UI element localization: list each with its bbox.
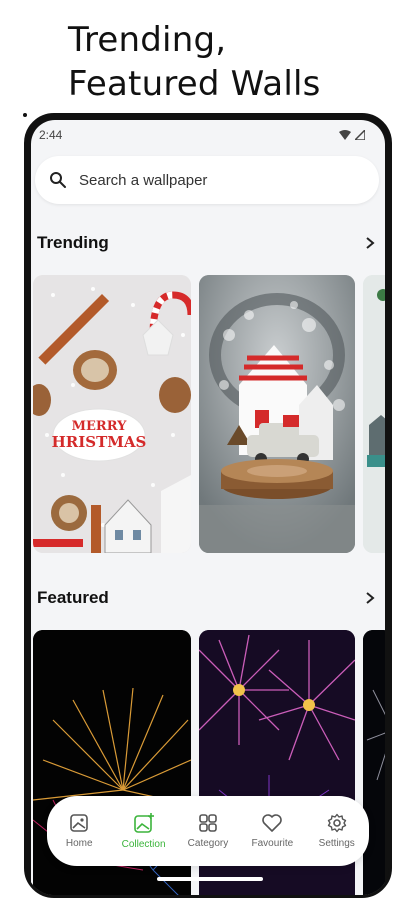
promo-line-1: Trending, <box>68 20 227 60</box>
search-icon <box>50 172 66 188</box>
trending-wallpaper-card[interactable]: MERRY HRISTMAS <box>33 275 191 553</box>
image-icon <box>70 814 88 832</box>
nav-item-settings[interactable]: Settings <box>307 813 367 849</box>
search-bar[interactable]: Search a wallpaper <box>35 156 379 204</box>
home-indicator <box>157 877 263 881</box>
nav-item-collection[interactable]: Collection <box>114 812 174 850</box>
add-image-icon <box>133 813 154 833</box>
promo-line-2: Featured Walls <box>68 64 321 104</box>
nav-label-collection: Collection <box>121 839 166 850</box>
svg-text:MERRY: MERRY <box>72 419 128 434</box>
nav-label-settings: Settings <box>318 838 355 849</box>
svg-text:HRISTMAS: HRISTMAS <box>52 433 147 451</box>
trending-wallpaper-card[interactable] <box>199 275 355 553</box>
gear-icon <box>327 813 346 833</box>
status-time: 2:44 <box>39 128 63 142</box>
nav-label-category: Category <box>187 838 229 849</box>
signal-icon <box>355 130 365 140</box>
trending-row: MERRY HRISTMAS <box>31 275 385 553</box>
decorative-dot <box>23 113 27 117</box>
section-title-trending: Trending <box>37 233 109 252</box>
trending-wallpaper-card-partial[interactable] <box>363 275 385 553</box>
app-screen: 2:44 Search a wallpaper Trending MERRY H… <box>31 120 385 895</box>
grid-icon <box>199 814 217 832</box>
christmas-flatlay-image: MERRY HRISTMAS <box>33 275 191 553</box>
featured-wallpaper-card-partial[interactable] <box>363 630 385 895</box>
house-ornament-image <box>199 275 355 553</box>
section-title-featured: Featured <box>37 588 109 607</box>
promo-headline: Trending, Featured Walls <box>68 18 321 106</box>
nav-label-home: Home <box>65 838 93 849</box>
nav-label-favourite: Favourite <box>251 838 294 849</box>
bottom-navigation: Home Collection Category Favourite Setti… <box>47 796 369 866</box>
phone-frame: 2:44 Search a wallpaper Trending MERRY H… <box>24 113 392 898</box>
nav-item-category[interactable]: Category <box>178 813 238 849</box>
trending-more-chevron-icon[interactable] <box>363 236 377 250</box>
status-bar: 2:44 <box>39 126 365 144</box>
search-placeholder: Search a wallpaper <box>79 171 208 189</box>
heart-icon <box>262 814 283 832</box>
nav-item-home[interactable]: Home <box>49 813 109 849</box>
nav-item-favourite[interactable]: Favourite <box>242 813 302 849</box>
featured-more-chevron-icon[interactable] <box>363 591 377 605</box>
wifi-icon <box>339 130 351 140</box>
